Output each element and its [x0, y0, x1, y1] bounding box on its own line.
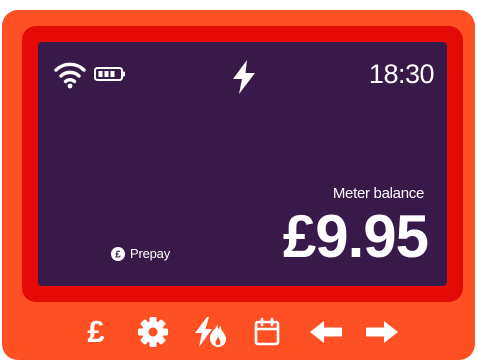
- gear-icon: [136, 315, 170, 349]
- electricity-gas-icon: [192, 315, 228, 349]
- settings-button[interactable]: [136, 315, 170, 349]
- clock-time: 18:30: [368, 59, 435, 89]
- energy-button[interactable]: [192, 315, 228, 349]
- meter-balance-value: £9.95: [282, 203, 429, 270]
- battery-icon: [94, 67, 126, 81]
- next-button[interactable]: [362, 315, 402, 349]
- lightning-bolt-icon: [230, 59, 258, 95]
- previous-button[interactable]: [306, 315, 346, 349]
- svg-text:£: £: [115, 250, 121, 261]
- prepay-label: Prepay: [130, 246, 170, 261]
- calendar-icon: [253, 317, 281, 347]
- calendar-button[interactable]: [251, 315, 283, 349]
- pound-button[interactable]: £: [80, 315, 112, 349]
- pound-icon: £: [87, 314, 105, 349]
- prepay-indicator: £ Prepay: [111, 244, 170, 264]
- pound-circle-icon: £: [111, 247, 125, 261]
- wifi-icon: [53, 59, 87, 89]
- arrow-right-icon: [364, 319, 400, 345]
- arrow-left-icon: [308, 319, 344, 345]
